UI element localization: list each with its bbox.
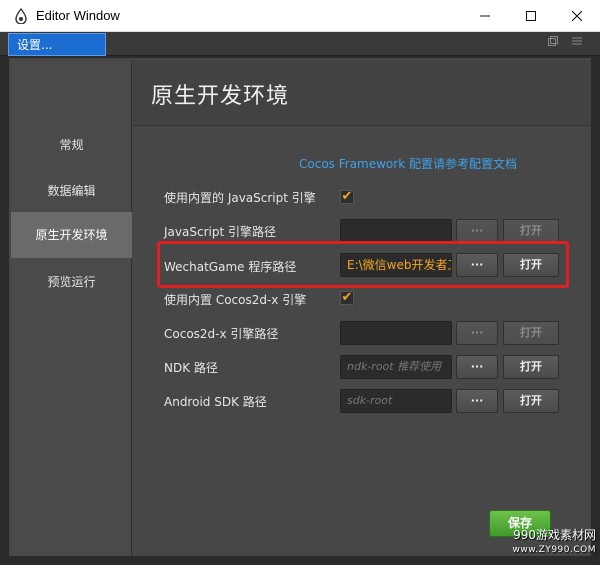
window-edge <box>592 57 600 565</box>
settings-content: 原生开发环境 <box>133 60 591 556</box>
app-logo-icon <box>15 7 27 24</box>
page-title: 原生开发环境 <box>151 84 290 109</box>
maximize-button[interactable] <box>508 0 554 32</box>
sidebar-item-data-edit[interactable]: 数据编辑 <box>11 168 132 214</box>
menu-icon[interactable] <box>572 36 582 49</box>
popout-icon[interactable] <box>548 36 558 49</box>
tab-settings[interactable]: 设置... <box>8 33 106 56</box>
close-icon <box>572 11 582 21</box>
window-title: Editor Window <box>36 8 120 23</box>
sidebar-item-native-env[interactable]: 原生开发环境 <box>11 212 132 258</box>
close-button[interactable] <box>554 0 600 32</box>
sidebar-item-general[interactable]: 常规 <box>11 122 132 168</box>
minimize-button[interactable] <box>462 0 508 32</box>
tab-strip: 设置... <box>0 32 600 56</box>
settings-sidebar: 常规 数据编辑 原生开发环境 预览运行 <box>11 60 132 556</box>
minimize-icon <box>480 15 490 17</box>
content-header: 原生开发环境 <box>133 60 591 126</box>
window-titlebar: Editor Window <box>0 0 600 32</box>
maximize-icon <box>526 11 536 21</box>
sidebar-item-preview[interactable]: 预览运行 <box>11 259 132 305</box>
settings-panel: 常规 数据编辑 原生开发环境 预览运行 原生开发环境 <box>8 57 592 557</box>
